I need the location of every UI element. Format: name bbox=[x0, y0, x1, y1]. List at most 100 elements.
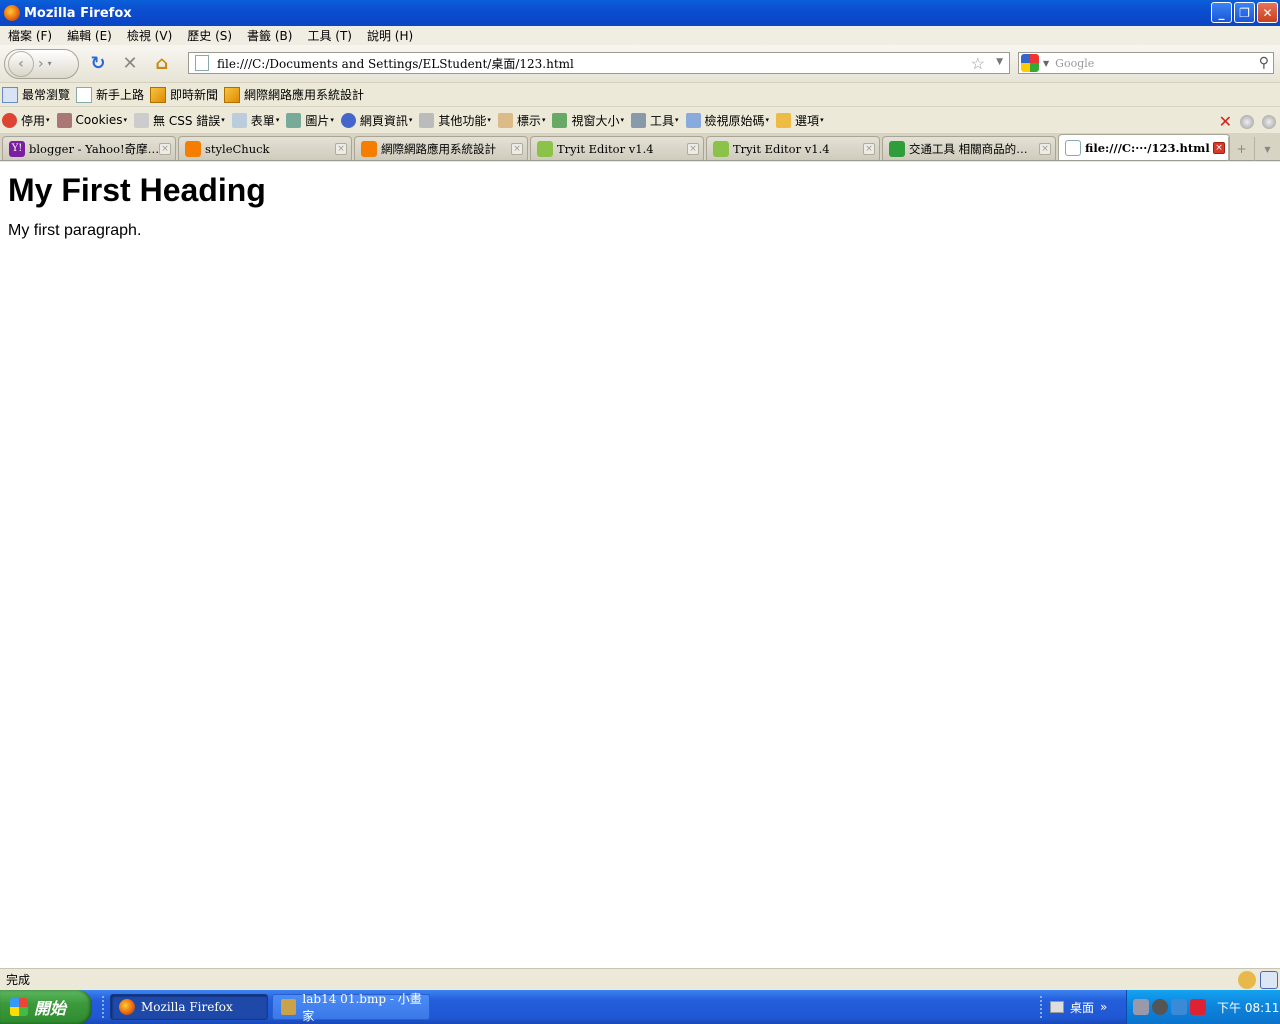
status-circle-icon[interactable] bbox=[1262, 114, 1276, 129]
tab-close-icon[interactable]: × bbox=[511, 142, 523, 155]
wd-disable[interactable]: 停用 ▾ bbox=[2, 112, 50, 129]
wd-label: 無 CSS 錯誤 bbox=[153, 113, 221, 128]
antivirus-icon[interactable] bbox=[1190, 999, 1206, 1015]
wd-css[interactable]: 無 CSS 錯誤 ▾ bbox=[134, 112, 225, 129]
tab-tryit-2[interactable]: Tryit Editor v1.4 × bbox=[706, 136, 880, 160]
wd-label: Cookies bbox=[75, 113, 123, 127]
taskbar-grip[interactable] bbox=[102, 996, 106, 1018]
wd-label: 網頁資訊 bbox=[359, 113, 408, 128]
error-x-icon[interactable]: ✕ bbox=[1219, 112, 1232, 131]
history-dropdown-icon[interactable]: ▾ bbox=[48, 59, 52, 68]
wd-information[interactable]: 網頁資訊 ▾ bbox=[340, 112, 412, 129]
addon-gm-icon[interactable] bbox=[1260, 971, 1278, 989]
tab-close-icon[interactable]: × bbox=[1213, 141, 1225, 154]
stop-button[interactable]: ✕ bbox=[117, 51, 143, 77]
tab-yahoo[interactable]: Y! blogger - Yahoo!奇摩… × bbox=[2, 136, 176, 160]
search-placeholder: Google bbox=[1055, 56, 1095, 70]
reload-button[interactable]: ↻ bbox=[85, 51, 111, 77]
desktop-toolbar: 桌面 » bbox=[1040, 990, 1107, 1024]
tab-close-icon[interactable]: × bbox=[687, 142, 699, 155]
page-paragraph: My first paragraph. bbox=[8, 222, 142, 239]
close-window-button[interactable]: ✕ bbox=[1257, 2, 1278, 23]
addon-smiley-icon[interactable] bbox=[1238, 971, 1256, 989]
tab-label: styleChuck bbox=[205, 141, 270, 156]
minimize-button[interactable]: _ bbox=[1211, 2, 1232, 23]
keyboard-icon[interactable] bbox=[1050, 1001, 1064, 1013]
bookmark-star-icon[interactable]: ☆ bbox=[971, 54, 985, 73]
tab-current-file[interactable]: file:///C:···/123.html × bbox=[1058, 134, 1230, 160]
new-tab-button[interactable]: + bbox=[1228, 137, 1254, 161]
tray-app-icon[interactable] bbox=[1133, 999, 1149, 1015]
tab-close-icon[interactable]: × bbox=[335, 142, 347, 155]
task-firefox[interactable]: Mozilla Firefox bbox=[110, 994, 268, 1020]
bookmark-label: 最常瀏覽 bbox=[22, 88, 71, 102]
wd-forms[interactable]: 表單 ▾ bbox=[231, 112, 279, 129]
start-button[interactable]: 開始 bbox=[0, 990, 92, 1024]
tab-label: Tryit Editor v1.4 bbox=[733, 141, 830, 156]
back-forward-group: ‹ › ▾ bbox=[4, 48, 79, 79]
home-button[interactable]: ⌂ bbox=[149, 51, 175, 77]
tab-tryit-1[interactable]: Tryit Editor v1.4 × bbox=[530, 136, 704, 160]
yahoo-icon: Y! bbox=[9, 140, 25, 157]
menu-help[interactable]: 說明 (H) bbox=[361, 27, 419, 44]
info-icon bbox=[340, 112, 356, 128]
menu-edit[interactable]: 編輯 (E) bbox=[61, 27, 118, 44]
blogger-icon bbox=[361, 140, 377, 157]
bookmark-course[interactable]: 網際網路應用系統設計 bbox=[224, 86, 364, 103]
menu-tools[interactable]: 工具 (T) bbox=[301, 27, 358, 44]
tab-list-dropdown-icon[interactable]: ▼ bbox=[1254, 137, 1280, 161]
tab-vehicles[interactable]: 交通工具 相關商品的… × bbox=[882, 136, 1056, 160]
tab-course[interactable]: 網際網路應用系統設計 × bbox=[354, 136, 528, 160]
wd-cookies[interactable]: Cookies ▾ bbox=[56, 112, 127, 128]
cookies-icon bbox=[56, 112, 72, 128]
menu-bar: 檔案 (F) 編輯 (E) 檢視 (V) 歷史 (S) 書籤 (B) 工具 (T… bbox=[0, 26, 1280, 45]
engine-dropdown-icon[interactable]: ▼ bbox=[1043, 59, 1049, 68]
menu-file[interactable]: 檔案 (F) bbox=[2, 27, 58, 44]
w3schools-icon bbox=[537, 140, 553, 157]
status-circle-icon[interactable] bbox=[1240, 114, 1254, 129]
desktop-label[interactable]: 桌面 bbox=[1070, 999, 1094, 1016]
bookmark-label: 即時新聞 bbox=[170, 88, 219, 102]
wd-view-source[interactable]: 檢視原始碼 ▾ bbox=[685, 112, 769, 129]
bookmarks-toolbar: 最常瀏覽 新手上路 即時新聞 網際網路應用系統設計 bbox=[0, 83, 1280, 107]
navigation-toolbar: ‹ › ▾ ↻ ✕ ⌂ file:///C:/Documents and Set… bbox=[0, 45, 1280, 83]
tab-label: 網際網路應用系統設計 bbox=[381, 141, 496, 156]
wd-misc[interactable]: 其他功能 ▾ bbox=[419, 112, 491, 129]
forward-button[interactable]: › bbox=[38, 56, 44, 72]
clock[interactable]: 下午 08:11 bbox=[1217, 999, 1279, 1016]
chevron-icon[interactable]: » bbox=[1100, 1000, 1107, 1014]
bookmark-latest-news[interactable]: 即時新聞 bbox=[150, 86, 218, 103]
power-icon[interactable] bbox=[1152, 999, 1168, 1015]
task-paint[interactable]: lab14 01.bmp - 小畫家 bbox=[272, 992, 430, 1023]
wd-resize[interactable]: 視窗大小 ▾ bbox=[552, 112, 624, 129]
taskbar-grip[interactable] bbox=[1040, 996, 1044, 1018]
wd-label: 圖片 bbox=[305, 113, 330, 128]
wd-options[interactable]: 選項 ▾ bbox=[776, 112, 824, 129]
disable-icon bbox=[2, 112, 17, 128]
bookmark-getting-started[interactable]: 新手上路 bbox=[76, 86, 144, 103]
tab-close-icon[interactable]: × bbox=[159, 142, 171, 155]
tab-stylechuck[interactable]: styleChuck × bbox=[178, 136, 352, 160]
url-dropdown-icon[interactable]: ▼ bbox=[996, 57, 1003, 67]
wd-outline[interactable]: 標示 ▾ bbox=[497, 112, 545, 129]
key-icon bbox=[776, 112, 792, 128]
tab-close-icon[interactable]: × bbox=[863, 142, 875, 155]
tab-close-icon[interactable]: × bbox=[1039, 142, 1051, 155]
menu-history[interactable]: 歷史 (S) bbox=[181, 27, 238, 44]
google-icon[interactable] bbox=[1021, 54, 1039, 72]
search-icon[interactable]: ⚲ bbox=[1259, 55, 1269, 71]
restore-button[interactable]: ❐ bbox=[1234, 2, 1255, 23]
wd-images[interactable]: 圖片 ▾ bbox=[286, 112, 334, 129]
search-bar[interactable]: ▼ Google ⚲ bbox=[1018, 52, 1274, 74]
url-bar[interactable]: file:///C:/Documents and Settings/ELStud… bbox=[188, 52, 1010, 74]
menu-view[interactable]: 檢視 (V) bbox=[121, 27, 178, 44]
wd-label: 選項 bbox=[795, 113, 820, 128]
bookmark-most-visited[interactable]: 最常瀏覽 bbox=[2, 86, 70, 103]
start-label: 開始 bbox=[34, 999, 67, 1018]
menu-bookmarks[interactable]: 書籤 (B) bbox=[241, 27, 298, 44]
network-icon[interactable] bbox=[1171, 999, 1187, 1015]
images-icon bbox=[286, 112, 302, 128]
wd-tools[interactable]: 工具 ▾ bbox=[630, 112, 679, 129]
back-button[interactable]: ‹ bbox=[8, 50, 34, 77]
most-visited-icon bbox=[2, 86, 18, 103]
